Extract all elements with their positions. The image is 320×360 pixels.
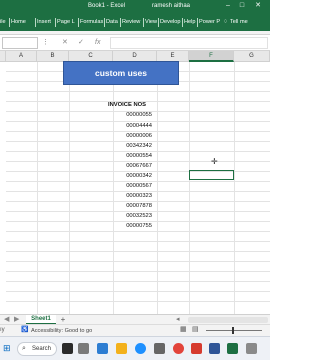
sheet-scroll-right-icon[interactable]: ▶: [14, 315, 19, 324]
tab-page-layout[interactable]: Page L: [57, 17, 78, 28]
title-bar: Book1 - Excel ramesh aithaa – □ ✕: [0, 0, 270, 14]
invoice-header[interactable]: INVOICE NOS: [108, 101, 146, 109]
tab-formulas[interactable]: Formulas: [80, 17, 104, 28]
invoice-cell[interactable]: 00000554: [114, 151, 152, 161]
status-bar: ıy ♿ Accessibility: Good to go ▦ ▤: [0, 324, 270, 336]
invoice-cell[interactable]: 00342342: [114, 141, 152, 151]
tab-insert[interactable]: Insert: [37, 17, 55, 28]
tab-review[interactable]: Review: [122, 17, 143, 28]
column-header-a[interactable]: A: [6, 51, 37, 62]
zoom-slider[interactable]: [206, 330, 262, 331]
edge-icon[interactable]: [135, 343, 146, 354]
chat-icon[interactable]: [97, 343, 108, 354]
sheet-tab-bar: ◀ ▶ Sheet1 + ◂: [0, 314, 270, 325]
tab-data[interactable]: Data: [106, 17, 120, 28]
chrome-icon[interactable]: [173, 343, 184, 354]
invoice-cell[interactable]: 00000342: [114, 171, 152, 181]
formula-input[interactable]: [110, 37, 268, 49]
system-tray-icon[interactable]: [246, 343, 257, 354]
search-icon: ⌕: [22, 345, 26, 352]
sheet-scroll-left-icon[interactable]: ◀: [4, 315, 9, 324]
minimize-icon[interactable]: –: [222, 0, 234, 12]
lightbulb-icon[interactable]: ♢: [223, 17, 229, 28]
hscroll-left-icon[interactable]: ◂: [176, 315, 180, 324]
page-layout-view-icon[interactable]: ▤: [192, 326, 199, 334]
app-icon[interactable]: [62, 343, 73, 354]
word-icon[interactable]: [209, 343, 220, 354]
tab-view[interactable]: View: [145, 17, 158, 28]
accessibility-status[interactable]: Accessibility: Good to go: [31, 327, 92, 335]
windows-taskbar: ⊞ ⌕ Search: [0, 336, 270, 360]
active-cell-selection[interactable]: [189, 170, 234, 180]
task-view-icon[interactable]: [78, 343, 89, 354]
file-explorer-icon[interactable]: [116, 343, 127, 354]
zoom-slider-thumb[interactable]: [232, 327, 234, 334]
cancel-icon[interactable]: ✕: [62, 37, 68, 49]
invoice-cell[interactable]: 00032523: [114, 211, 152, 221]
close-icon[interactable]: ✕: [252, 0, 264, 12]
formula-bar: ⋮ ✕ ✓ fx: [0, 34, 270, 51]
invoice-cell[interactable]: 00004444: [114, 121, 152, 131]
tab-developer[interactable]: Develop: [160, 17, 182, 28]
invoice-cell[interactable]: 00000567: [114, 181, 152, 191]
search-label: Search: [32, 346, 52, 352]
invoice-cell[interactable]: 00000755: [114, 221, 152, 231]
name-box[interactable]: [2, 37, 38, 49]
normal-view-icon[interactable]: ▦: [180, 326, 187, 334]
horizontal-scrollbar[interactable]: [188, 317, 268, 323]
cell-cursor-icon: ✛: [211, 157, 218, 166]
namebox-dropdown-icon[interactable]: ⋮: [42, 37, 49, 49]
invoice-cell[interactable]: 00000323: [114, 191, 152, 201]
book-title: Book1 - Excel: [88, 3, 126, 9]
enter-icon[interactable]: ✓: [78, 37, 84, 49]
tell-me-search[interactable]: Tell me: [230, 17, 248, 28]
invoice-cell[interactable]: 00000006: [114, 131, 152, 141]
tab-home[interactable]: Home: [11, 17, 35, 28]
column-header-f[interactable]: F: [189, 51, 234, 62]
title-banner-shape[interactable]: custom uses: [63, 61, 179, 85]
invoice-cell[interactable]: 00000055: [114, 110, 152, 120]
insert-function-icon[interactable]: fx: [95, 37, 100, 49]
ribbon-tabs: ile Home Insert Page L Formulas Data Rev…: [0, 14, 270, 31]
start-windows-icon[interactable]: ⊞: [3, 343, 11, 354]
tab-power-pivot[interactable]: Power P: [199, 17, 223, 28]
invoice-cell[interactable]: 00007878: [114, 201, 152, 211]
maximize-icon[interactable]: □: [236, 0, 248, 12]
invoice-cell[interactable]: 00067667: [114, 161, 152, 171]
store-icon[interactable]: [154, 343, 165, 354]
taskbar-search-box[interactable]: ⌕ Search: [17, 342, 57, 356]
column-header-g[interactable]: G: [234, 51, 270, 62]
tab-file[interactable]: ile: [0, 17, 7, 28]
user-name[interactable]: ramesh aithaa: [152, 2, 190, 10]
banner-title: custom uses: [95, 68, 147, 78]
tab-help[interactable]: Help: [184, 17, 197, 28]
accessibility-icon: ♿: [21, 327, 29, 333]
app-red-icon[interactable]: [191, 343, 202, 354]
ready-indicator-icon: ıy: [0, 327, 5, 333]
excel-icon[interactable]: [227, 343, 238, 354]
